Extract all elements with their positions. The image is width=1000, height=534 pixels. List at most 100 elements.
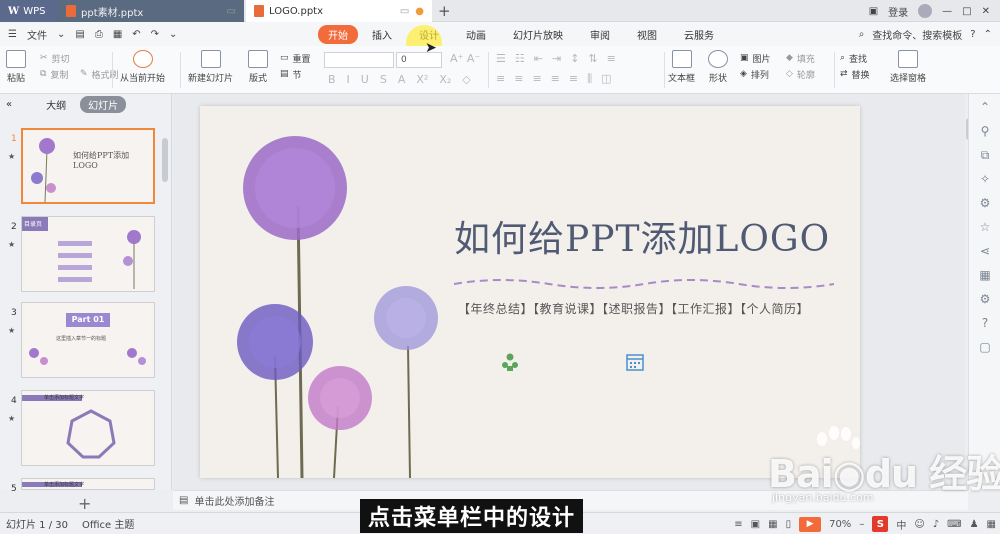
bullet-list-icon[interactable]: ☰ bbox=[496, 52, 506, 65]
help-icon[interactable]: ? bbox=[978, 316, 992, 330]
panel-scrollbar[interactable] bbox=[162, 138, 168, 182]
layout-button[interactable]: 版式 bbox=[248, 50, 268, 84]
tab-insert[interactable]: 插入 bbox=[359, 25, 405, 44]
monitor-icon[interactable]: ▭ bbox=[227, 6, 236, 17]
gear-icon[interactable]: ⚙ bbox=[978, 292, 992, 306]
align-text-icon[interactable]: ≡ bbox=[607, 52, 616, 65]
indent-increase-icon[interactable]: ⇥ bbox=[552, 52, 561, 65]
slide-thumbnail-4[interactable]: 单击添加标题文字 bbox=[21, 390, 155, 466]
normal-view-icon[interactable]: ▣ bbox=[751, 519, 760, 530]
section-button[interactable]: ▤ 节 bbox=[280, 66, 311, 82]
strikethrough-icon[interactable]: S bbox=[380, 73, 387, 86]
grid-icon[interactable]: ▦ bbox=[987, 519, 996, 530]
line-spacing-icon[interactable]: ↕ bbox=[570, 52, 579, 65]
chevron-down-icon[interactable]: ⌄ bbox=[57, 29, 65, 40]
copy-button[interactable]: ⧉ 复制 bbox=[40, 66, 70, 82]
magic-icon[interactable]: ✧ bbox=[978, 172, 992, 186]
login-link[interactable]: 登录 bbox=[888, 4, 908, 19]
chevron-down-icon[interactable]: ⌄ bbox=[169, 29, 177, 40]
slide-thumbnail-3[interactable]: Part 01 这里插入章节一的标题 bbox=[21, 302, 155, 378]
command-search[interactable]: 查找命令、搜索模板 bbox=[872, 27, 962, 42]
font-name-select[interactable] bbox=[324, 52, 394, 68]
paste-button[interactable]: 粘贴 bbox=[6, 50, 26, 84]
undo-icon[interactable]: ↶ bbox=[132, 29, 140, 40]
settings-icon[interactable]: ⚙ bbox=[978, 196, 992, 210]
ime-mode[interactable]: 中 bbox=[896, 517, 906, 532]
picture-button[interactable]: ▣ 图片 bbox=[740, 50, 771, 66]
box-icon[interactable]: ▢ bbox=[978, 340, 992, 354]
indent-decrease-icon[interactable]: ⇤ bbox=[534, 52, 543, 65]
tab-home[interactable]: 开始 bbox=[318, 24, 358, 44]
tab-view[interactable]: 视图 bbox=[624, 25, 670, 44]
highlight-icon[interactable]: X² bbox=[416, 73, 428, 86]
slide-main[interactable]: 如何给PPT添加LOGO 【年终总结】【教育说课】【述职报告】【工作汇报】【个人… bbox=[200, 106, 860, 478]
window-layout-icon[interactable]: ▣ bbox=[869, 6, 878, 17]
font-color-icon[interactable]: A bbox=[398, 73, 406, 86]
share-icon[interactable]: ⋖ bbox=[978, 244, 992, 258]
tab-slides[interactable]: 幻灯片 bbox=[80, 95, 127, 113]
text-direction-icon[interactable]: ⇅ bbox=[588, 52, 597, 65]
ime-icon[interactable]: S bbox=[872, 516, 889, 532]
file-menu[interactable]: 文件 bbox=[27, 27, 47, 42]
fill-button[interactable]: ◆ 填充 bbox=[786, 50, 815, 66]
slide-thumbnail-5[interactable]: 单击添加标题文字 bbox=[21, 478, 155, 490]
monitor-icon[interactable]: ▭ bbox=[400, 6, 409, 17]
add-slide-button[interactable]: + bbox=[78, 494, 91, 513]
select-pane-button[interactable]: 选择窗格 bbox=[890, 50, 926, 84]
preview-icon[interactable]: ▦ bbox=[113, 29, 122, 40]
smart-art-icon[interactable]: ◫ bbox=[601, 72, 611, 86]
tab-review[interactable]: 审阅 bbox=[577, 25, 623, 44]
slide-thumbnail-2[interactable]: 目录页 bbox=[21, 216, 155, 292]
eraser-icon[interactable]: ◇ bbox=[462, 73, 470, 86]
tab-outline[interactable]: 大纲 bbox=[46, 97, 66, 112]
redo-icon[interactable]: ↷ bbox=[151, 29, 159, 40]
notes-toggle-icon[interactable]: ≡ bbox=[734, 519, 742, 530]
zoom-out-icon[interactable]: – bbox=[859, 519, 864, 530]
copy-icon[interactable]: ⧉ bbox=[978, 148, 992, 162]
reading-view-icon[interactable]: ▯ bbox=[786, 519, 792, 530]
tab-slideshow[interactable]: 幻灯片放映 bbox=[500, 25, 576, 44]
tab-ppt-material[interactable]: ppt素材.pptx ▭ bbox=[58, 0, 244, 22]
font-grow-icon[interactable]: A⁺ bbox=[450, 52, 463, 65]
wps-home-tab[interactable]: W WPS bbox=[0, 0, 58, 22]
tab-animation[interactable]: 动画 bbox=[453, 25, 499, 44]
avatar[interactable] bbox=[918, 4, 933, 18]
slide-title[interactable]: 如何给PPT添加LOGO bbox=[454, 210, 830, 262]
properties-icon[interactable]: ⚲ bbox=[978, 124, 992, 138]
new-slide-button[interactable]: 新建幻灯片 bbox=[188, 50, 233, 84]
underline-icon[interactable]: U bbox=[361, 73, 369, 86]
keyboard-icon[interactable]: ⌨ bbox=[947, 519, 961, 530]
subscript-icon[interactable]: X₂ bbox=[439, 73, 451, 86]
close-icon[interactable]: ✕ bbox=[982, 6, 990, 17]
print-icon[interactable]: ⎙ bbox=[95, 29, 103, 40]
play-from-current-button[interactable]: 从当前开始 bbox=[120, 50, 165, 84]
cut-button[interactable]: ✂ 剪切 bbox=[40, 50, 70, 66]
zoom-level[interactable]: 70% bbox=[829, 519, 851, 530]
columns-icon[interactable]: ⫼ bbox=[587, 72, 592, 86]
chevron-up-icon[interactable]: ⌃ bbox=[984, 29, 992, 40]
font-shrink-icon[interactable]: A⁻ bbox=[467, 52, 480, 65]
save-icon[interactable]: ▤ bbox=[75, 29, 84, 40]
text-box-button[interactable]: 文本框 bbox=[668, 50, 695, 84]
search-icon[interactable]: ⌕ bbox=[859, 29, 865, 40]
menu-icon[interactable]: ☰ bbox=[8, 29, 17, 40]
distribute-icon[interactable]: ≡ bbox=[569, 72, 578, 86]
find-button[interactable]: ⌕ 查找 bbox=[840, 50, 870, 66]
slide-thumbnail-1[interactable]: 如何给PPT添加LOGO bbox=[21, 128, 155, 204]
minimize-icon[interactable]: — bbox=[942, 6, 952, 17]
number-list-icon[interactable]: ☷ bbox=[515, 52, 525, 65]
arrange-button[interactable]: ◈ 排列 bbox=[740, 66, 771, 82]
justify-icon[interactable]: ≡ bbox=[551, 72, 560, 86]
reset-button[interactable]: ▭ 重置 bbox=[280, 50, 311, 66]
shirt-icon[interactable]: ♟ bbox=[970, 519, 979, 530]
tab-logo[interactable]: LOGO.pptx ▭ ● bbox=[246, 0, 432, 22]
align-left-icon[interactable]: ≡ bbox=[496, 72, 505, 86]
bold-icon[interactable]: B bbox=[328, 73, 336, 86]
sorter-view-icon[interactable]: ▦ bbox=[768, 519, 777, 530]
mic-icon[interactable]: ♪ bbox=[933, 519, 939, 530]
emoji-icon[interactable]: ☺ bbox=[914, 519, 924, 530]
grid-icon[interactable]: ▦ bbox=[978, 268, 992, 282]
italic-icon[interactable]: I bbox=[347, 73, 350, 86]
slide-subtitle[interactable]: 【年终总结】【教育说课】【述职报告】【工作汇报】【个人简历】 bbox=[458, 300, 809, 317]
collapse-icon[interactable]: « bbox=[6, 99, 12, 110]
